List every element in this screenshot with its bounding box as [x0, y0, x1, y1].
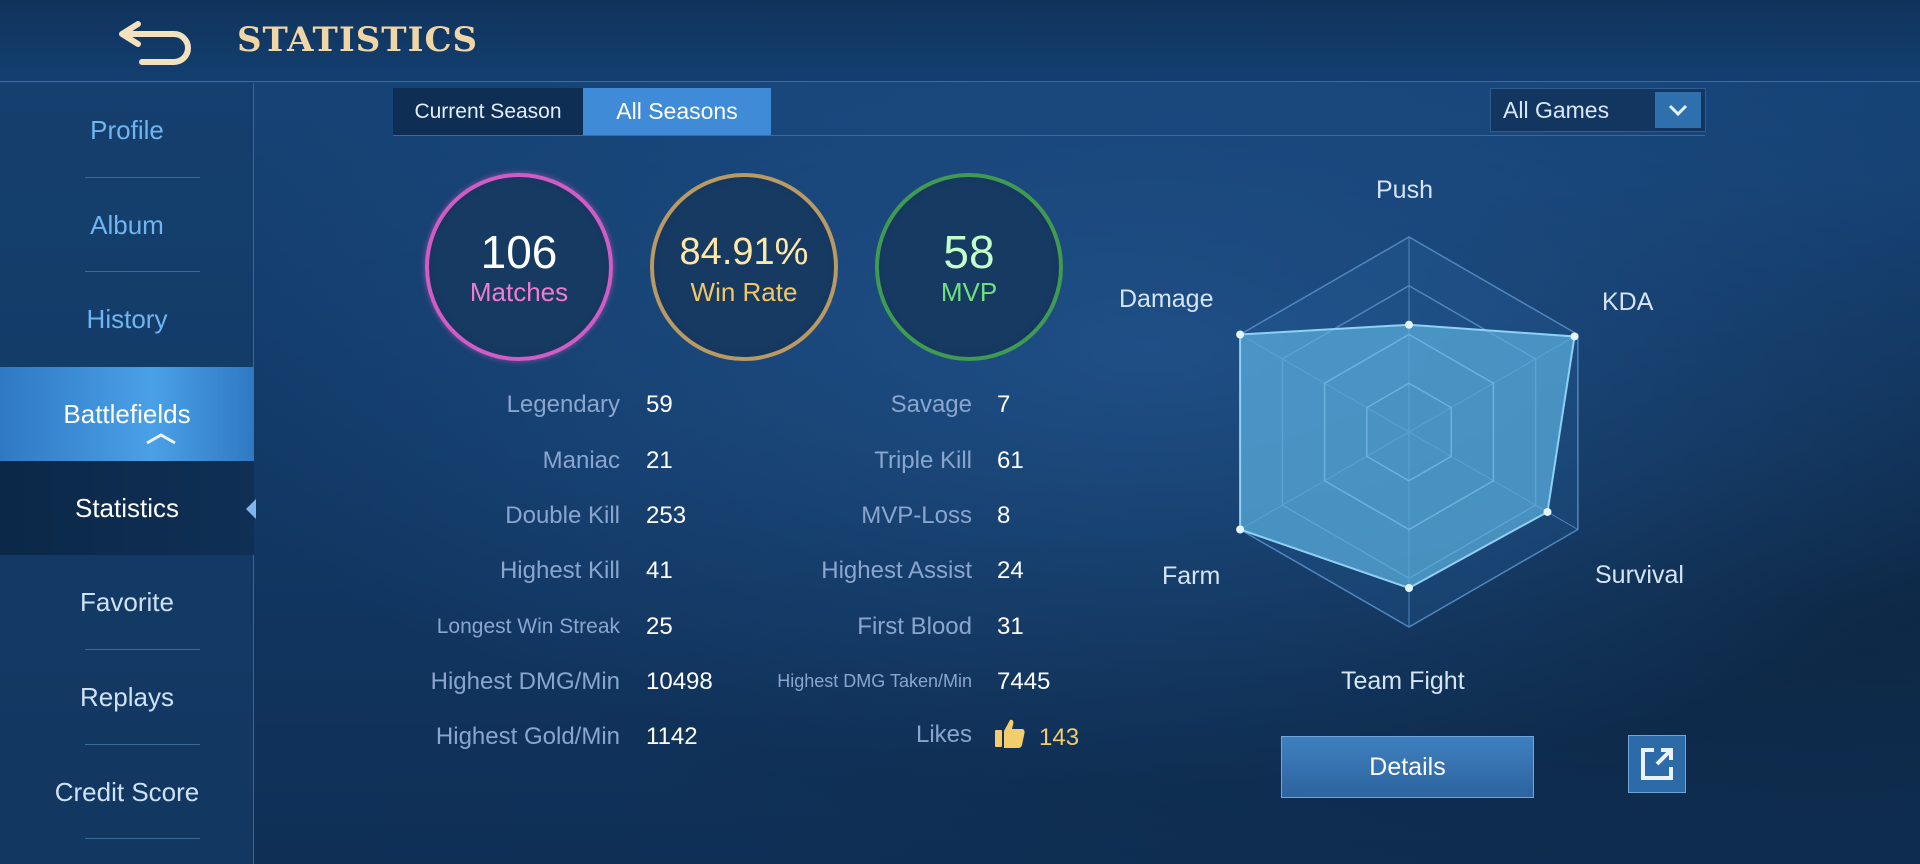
matches-value: 106: [480, 226, 558, 278]
mvp-value: 58: [943, 226, 995, 278]
stat-value-mvp-loss: 8: [997, 502, 1011, 529]
radar-point-push: [1405, 320, 1413, 329]
stat-value-double-kill: 253: [646, 502, 687, 529]
stat-label-highest-gold-min: Highest Gold/Min: [435, 723, 620, 750]
selected-marker: [246, 499, 256, 519]
top-bar: STATISTICS: [0, 0, 1920, 82]
radar-svg: [1236, 236, 1579, 628]
season-tabs: Current Season All Seasons: [393, 88, 771, 136]
radar-label-survival: Survival: [1595, 561, 1684, 589]
win-rate-circle: 84.91% Win Rate: [650, 173, 838, 361]
stat-label-triple-kill: Triple Kill: [874, 447, 972, 474]
share-external-icon: [1641, 748, 1673, 780]
stat-label-savage: Savage: [890, 391, 972, 418]
stat-label-legendary: Legendary: [506, 391, 620, 418]
radar-point-team-fight: [1405, 584, 1413, 592]
back-button[interactable]: [108, 10, 203, 70]
tabs-divider: [393, 135, 1705, 136]
stat-value-legendary: 59: [646, 391, 673, 418]
radar-point-farm: [1236, 525, 1245, 534]
stat-value-likes: 143: [1039, 724, 1080, 751]
details-button[interactable]: Details: [1281, 736, 1534, 798]
chevron-up-icon: [146, 433, 176, 445]
stat-label-mvp-loss: MVP-Loss: [861, 502, 972, 529]
sidebar-item-history[interactable]: History: [0, 272, 254, 366]
stat-value-longest-win-streak: 25: [646, 613, 673, 640]
page-title: STATISTICS: [237, 20, 479, 60]
sidebar-item-replays[interactable]: Replays: [0, 650, 254, 744]
radar-point-damage: [1236, 330, 1245, 339]
back-arrow-icon: [119, 21, 191, 65]
tab-all-seasons[interactable]: All Seasons: [583, 88, 771, 135]
sidebar-divider: [85, 838, 200, 839]
radar-label-push: Push: [1376, 176, 1433, 204]
dropdown-value: All Games: [1503, 96, 1610, 123]
stat-label-highest-dmg-min: Highest DMG/Min: [430, 668, 620, 695]
radar-chart: Push KDA Survival Team Fight Farm Damage: [1100, 160, 1720, 720]
stat-label-maniac: Maniac: [542, 447, 620, 474]
mvp-label: MVP: [940, 277, 998, 307]
sidebar: Profile Album History Battlefields Stati…: [0, 83, 256, 864]
sidebar-item-profile[interactable]: Profile: [0, 83, 254, 177]
stat-value-highest-gold-min: 1142: [646, 723, 698, 750]
stat-label-highest-kill: Highest Kill: [499, 557, 620, 584]
radar-point-survival: [1543, 507, 1552, 516]
sidebar-item-label: Statistics: [74, 492, 180, 523]
share-button[interactable]: [1628, 735, 1686, 793]
radar-label-kda: KDA: [1602, 288, 1654, 316]
stat-label-double-kill: Double Kill: [505, 502, 620, 529]
radar-point-kda: [1570, 332, 1579, 341]
stat-label-likes: Likes: [915, 721, 972, 748]
radar-label-damage: Damage: [1119, 285, 1214, 313]
stat-value-highest-assist: 24: [997, 557, 1024, 584]
game-mode-dropdown[interactable]: All Games: [1490, 88, 1706, 132]
stat-value-maniac: 21: [646, 447, 673, 474]
radar-label-farm: Farm: [1162, 562, 1221, 590]
win-rate-value: 84.91%: [679, 231, 809, 273]
stat-value-highest-kill: 41: [646, 557, 673, 584]
matches-circle: 106 Matches: [425, 173, 613, 361]
tab-current-season[interactable]: Current Season: [393, 88, 583, 135]
win-rate-label: Win Rate: [690, 277, 798, 307]
sidebar-item-favorite[interactable]: Favorite: [0, 555, 254, 649]
stat-value-highest-dmg-taken-min: 7445: [997, 668, 1051, 695]
radar-label-team-fight: Team Fight: [1341, 667, 1465, 695]
sidebar-item-statistics[interactable]: Statistics: [0, 461, 256, 555]
stat-label-highest-dmg-taken-min: Highest DMG Taken/Min: [777, 671, 972, 691]
stat-label-highest-assist: Highest Assist: [821, 557, 972, 584]
mvp-circle: 58 MVP: [875, 173, 1063, 361]
stat-label-longest-win-streak: Longest Win Streak: [436, 615, 620, 638]
stat-value-savage: 7: [997, 391, 1011, 418]
stat-value-triple-kill: 61: [997, 447, 1024, 474]
stat-label-first-blood: First Blood: [857, 613, 972, 640]
stat-value-highest-dmg-min: 10498: [646, 668, 713, 695]
stat-value-first-blood: 31: [997, 613, 1024, 640]
matches-label: Matches: [469, 277, 569, 307]
chevron-down-icon: [1655, 92, 1701, 128]
sidebar-item-album[interactable]: Album: [0, 178, 254, 272]
sidebar-item-battlefields[interactable]: Battlefields: [0, 367, 254, 461]
sidebar-item-credit-score[interactable]: Credit Score: [0, 745, 254, 839]
thumbs-up-icon[interactable]: [993, 716, 1027, 750]
